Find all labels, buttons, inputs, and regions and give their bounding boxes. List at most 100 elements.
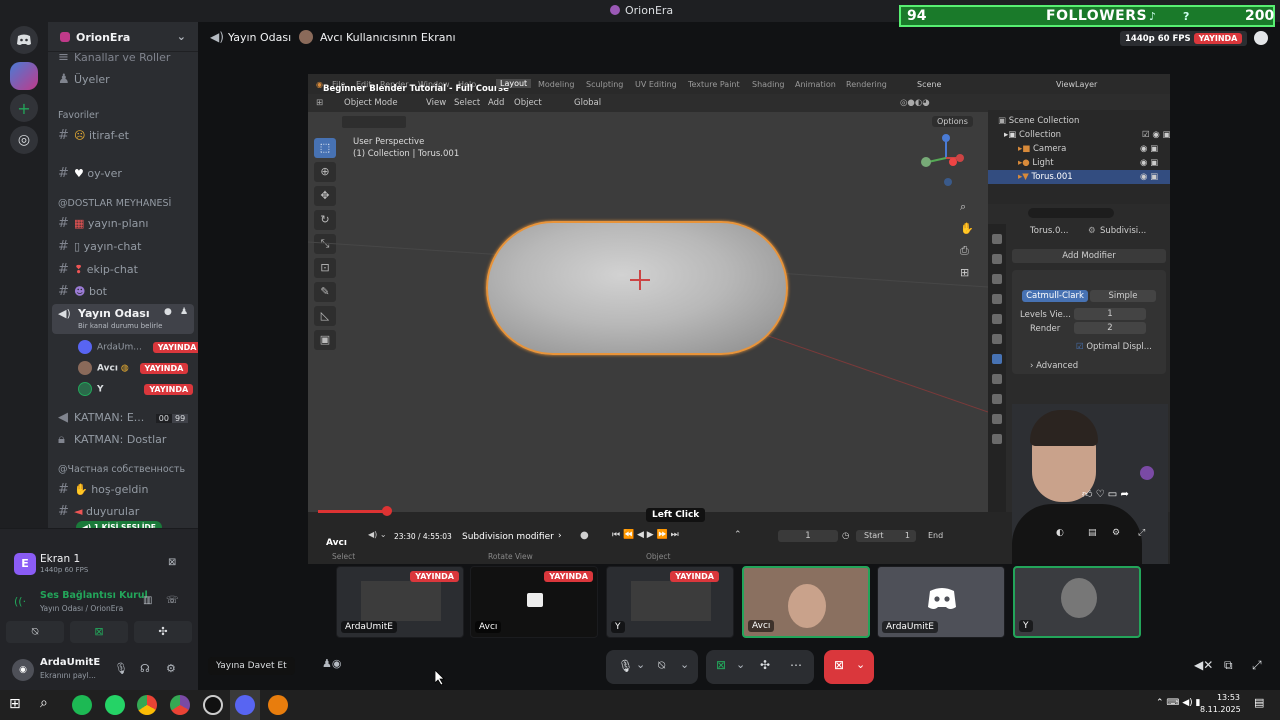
blender-icon[interactable] bbox=[268, 695, 288, 715]
channel-roles[interactable]: ≡ Kanallar ve Roller bbox=[58, 50, 170, 65]
dislike-icon[interactable]: ♡ bbox=[1096, 489, 1105, 500]
workspace-texture-paint[interactable]: Texture Paint bbox=[688, 80, 740, 89]
add-member-icon[interactable]: ♟ bbox=[180, 307, 188, 317]
toggle-icon[interactable]: ◐ bbox=[1056, 528, 1064, 538]
clock-date[interactable]: 8.11.2025 bbox=[1200, 705, 1241, 714]
3d-viewport[interactable]: Options ⬚ ⊕ ✥ ↻ ⤡ ⊡ ✎ ◺ ▣ User Perspecti… bbox=[308, 112, 988, 512]
voice-user-avci[interactable]: Avcı ◍ YAYINDA bbox=[78, 361, 189, 375]
camera-off-button[interactable]: ⍉ bbox=[6, 621, 64, 643]
zoom-icon[interactable]: ⌕ bbox=[960, 196, 974, 218]
fullscreen-icon[interactable]: ⤢ bbox=[1138, 528, 1145, 538]
workspace-animation[interactable]: Animation bbox=[795, 80, 836, 89]
video-progress[interactable] bbox=[318, 510, 388, 513]
chrome-profile-icon[interactable] bbox=[170, 695, 190, 715]
start-frame-field[interactable]: Start 1 bbox=[856, 530, 916, 542]
workspace-shading[interactable]: Shading bbox=[752, 80, 785, 89]
workspace-layout[interactable]: Layout bbox=[496, 79, 532, 88]
activities-icon[interactable]: ✣ bbox=[760, 658, 770, 672]
app-icon[interactable] bbox=[203, 695, 223, 715]
screen-share-icon[interactable]: ⊠ bbox=[716, 658, 726, 672]
subtitles-icon[interactable]: ▤ bbox=[1088, 528, 1097, 538]
menu-add[interactable]: Add bbox=[488, 98, 504, 108]
like-icon[interactable]: 👍︎ bbox=[1082, 489, 1092, 500]
workspace-modeling[interactable]: Modeling bbox=[538, 80, 574, 89]
menu-view[interactable]: View bbox=[426, 98, 446, 108]
simple-tab[interactable]: Simple bbox=[1090, 290, 1156, 302]
chat-icon[interactable]: ● bbox=[164, 307, 172, 317]
spotify-icon[interactable] bbox=[72, 695, 92, 715]
channel-bot[interactable]: # ☻ bot bbox=[58, 284, 107, 299]
object-mode-dropdown[interactable]: Object Mode bbox=[344, 98, 398, 108]
playback-controls-icon[interactable]: ⏮ ⏪ ◀ ▶ ⏩ ⏭ bbox=[612, 530, 679, 540]
category-private[interactable]: @Частная собственность bbox=[58, 464, 185, 475]
soundboard-icon[interactable]: ▥ bbox=[143, 595, 152, 606]
visibility-icons[interactable]: ◉ ▣ bbox=[1140, 158, 1158, 168]
camera-off-icon[interactable]: ⍉ bbox=[658, 658, 665, 673]
shading-modes-icon[interactable]: ◎●◐◕ bbox=[900, 98, 930, 108]
windows-start-icon[interactable]: ⊞ bbox=[9, 696, 21, 712]
visibility-icons[interactable]: ◉ ▣ bbox=[1140, 172, 1158, 182]
voice-channel-katman-e[interactable]: ◀ KATMAN: E... 00 99 bbox=[58, 410, 189, 425]
more-icon[interactable]: ⋯ bbox=[790, 658, 802, 672]
video-tools-icons[interactable]: ◐ ▤ ⚙ ⤢ bbox=[1012, 528, 1168, 544]
catmull-clark-tab[interactable]: Catmull-Clark bbox=[1022, 290, 1088, 302]
navigation-gizmo-icon[interactable] bbox=[916, 132, 964, 196]
workspace-rendering[interactable]: Rendering bbox=[846, 80, 887, 89]
server-orionera-icon[interactable] bbox=[10, 62, 38, 90]
server-header[interactable]: OrionEra ⌄ bbox=[48, 22, 198, 52]
chevron-down-icon[interactable]: ⌄ bbox=[736, 658, 745, 671]
discord-taskbar-active[interactable] bbox=[230, 690, 260, 720]
gear-icon[interactable]: ⚙ bbox=[166, 662, 176, 675]
scene-selector[interactable]: Scene bbox=[917, 80, 941, 89]
voice-user-ardaumite[interactable]: ArdaUm... YAYINDA bbox=[78, 340, 198, 354]
voice-user-y[interactable]: Y YAYINDA bbox=[78, 382, 194, 396]
mic-icon[interactable]: 🎙︎ bbox=[114, 662, 128, 675]
thumb-ardaumite-camera[interactable]: ArdaUmitE bbox=[877, 566, 1005, 638]
whatsapp-icon[interactable] bbox=[105, 695, 125, 715]
channel-yayin-plani[interactable]: # ▦ yayın-planı bbox=[58, 216, 148, 231]
outliner-camera[interactable]: ▸■ Camera ◉ ▣ bbox=[1018, 144, 1158, 154]
transform-orientation[interactable]: Global bbox=[574, 98, 601, 108]
mic-icon[interactable]: 🎙︎ bbox=[618, 659, 633, 673]
category-dostlar[interactable]: @DOSTLAR MEYHANESİ bbox=[58, 198, 171, 209]
headphones-icon[interactable]: ☊ bbox=[140, 662, 150, 675]
discord-home-icon[interactable] bbox=[10, 26, 38, 54]
camera-view-icon[interactable]: ⎙ bbox=[960, 240, 974, 262]
outliner-torus[interactable]: ▸▼ Torus.001 ◉ ▣ bbox=[1018, 172, 1158, 182]
add-server-icon[interactable]: + bbox=[10, 94, 38, 122]
search-icon[interactable]: ⌕ bbox=[40, 695, 48, 711]
comment-icon[interactable]: ▭ bbox=[1108, 489, 1117, 500]
disconnect-icon[interactable]: ☏ bbox=[166, 595, 179, 606]
render-levels-field[interactable]: 2 bbox=[1074, 322, 1146, 334]
video-progress-thumb[interactable] bbox=[382, 506, 392, 516]
voice-channel-katman-dostlar[interactable]: 🔒︎ KATMAN: Dostlar bbox=[58, 432, 166, 447]
volume-mute-icon[interactable]: ◀✕ bbox=[1194, 658, 1213, 672]
channel-ekip-chat[interactable]: # ❢ ekip-chat bbox=[58, 262, 138, 277]
chevron-down-icon[interactable]: ⌄ bbox=[636, 658, 645, 671]
thumb-y-stream[interactable]: YAYINDA Y bbox=[606, 566, 734, 638]
thumb-avci-stream[interactable]: YAYINDA Avcı bbox=[470, 566, 598, 638]
add-modifier-button[interactable]: Add Modifier bbox=[1012, 249, 1166, 263]
properties-tabs[interactable] bbox=[988, 224, 1006, 512]
activities-button[interactable]: ✣ bbox=[134, 621, 192, 643]
video-chapter[interactable]: Subdivision modifier bbox=[462, 532, 554, 542]
voice-channel-active[interactable]: ◀) Yayın Odası Bir kanal durumu belirle … bbox=[52, 304, 194, 334]
connection-title[interactable]: Ses Bağlantısı Kurul bbox=[40, 590, 148, 601]
popout-icon[interactable]: ⧉ bbox=[1224, 658, 1233, 673]
channel-yayin-chat[interactable]: # ▯ yayın-chat bbox=[58, 239, 141, 254]
voice-channel-status[interactable]: Bir kanal durumu belirle bbox=[78, 322, 162, 330]
pan-hand-icon[interactable]: ✋ bbox=[960, 218, 974, 240]
clock-time[interactable]: 13:53 bbox=[1206, 693, 1240, 702]
outliner-scene-collection[interactable]: ▣ Scene Collection bbox=[998, 116, 1079, 126]
record-icon[interactable]: ● bbox=[580, 530, 589, 541]
system-tray-icons[interactable]: ⌃ ⌨ ◀) ▮ bbox=[1156, 698, 1201, 708]
channel-duyurular[interactable]: # ◄ duyurular bbox=[58, 504, 139, 519]
stop-screen-icon[interactable]: ⊠ bbox=[168, 557, 176, 568]
optimal-display-checkbox[interactable]: ☑ Optimal Displ... bbox=[1076, 342, 1152, 352]
play-volume-icons[interactable]: ◀) ⌄ bbox=[368, 530, 387, 539]
chevron-up-icon[interactable]: ⌃ bbox=[734, 530, 742, 540]
leave-call-button[interactable]: ⊠ ⌄ bbox=[824, 650, 874, 684]
levels-viewport-field[interactable]: 1 bbox=[1074, 308, 1146, 320]
outliner-collection[interactable]: ▸▣ Collection ☑ ◉ ▣ bbox=[1004, 130, 1170, 140]
thumb-ardaumite-stream[interactable]: YAYINDA ArdaUmitE bbox=[336, 566, 464, 638]
